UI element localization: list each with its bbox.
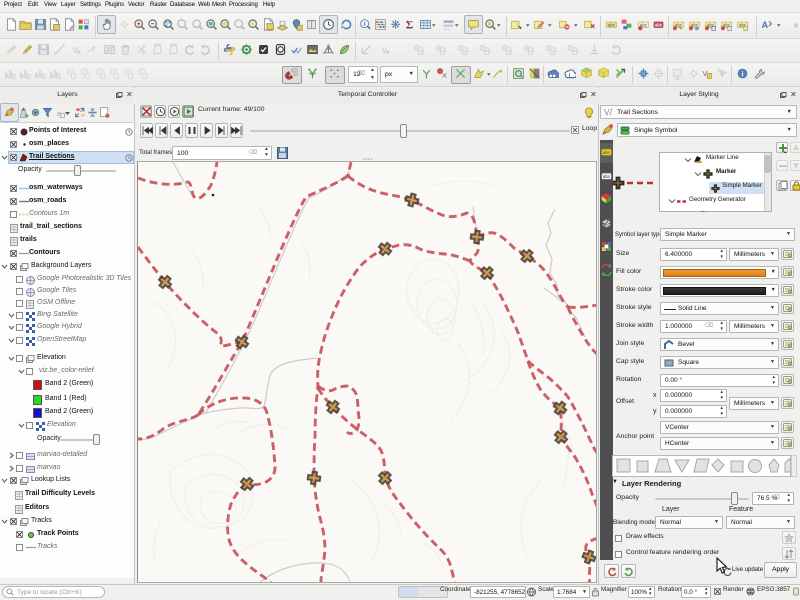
svg-text:i: i xyxy=(741,69,743,78)
svg-text:V: V xyxy=(702,69,707,78)
svg-text:abc: abc xyxy=(655,23,663,28)
svg-text:abc: abc xyxy=(608,23,616,28)
svg-text:V: V xyxy=(73,46,79,55)
svg-text:abc: abc xyxy=(603,150,611,155)
svg-text:V: V xyxy=(382,46,388,55)
svg-text:A: A xyxy=(762,20,769,30)
svg-text:i: i xyxy=(364,21,366,28)
svg-text:❋: ❋ xyxy=(391,20,401,31)
svg-text:Σ: Σ xyxy=(406,20,413,31)
svg-text:abc: abc xyxy=(603,174,611,179)
